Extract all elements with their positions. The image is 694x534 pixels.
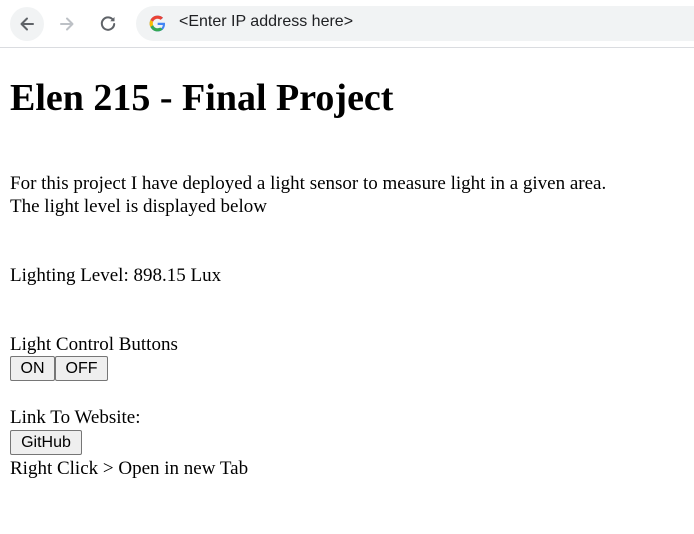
arrow-right-icon [60,17,74,31]
lighting-level-text: Lighting Level: 898.15 Lux [10,265,222,286]
light-control-label: Light Control Buttons [10,334,178,355]
reload-icon [100,16,116,31]
page-title: Elen 215 - Final Project [10,77,394,119]
github-button[interactable]: GitHub [10,430,82,455]
reload-button[interactable] [91,7,125,41]
off-button[interactable]: OFF [55,356,108,381]
url-text[interactable]: <Enter IP address here> [179,13,353,31]
link-label: Link To Website: [10,407,141,428]
browser-toolbar: <Enter IP address here> [0,0,694,48]
forward-button[interactable] [50,7,84,41]
open-new-tab-hint: Right Click > Open in new Tab [10,458,249,479]
on-button[interactable]: ON [10,356,55,381]
address-bar[interactable]: <Enter IP address here> [136,6,694,41]
description-line-2: The light level is displayed below [10,196,267,217]
back-button[interactable] [10,7,44,41]
arrow-left-icon [20,17,34,31]
google-g-icon [149,15,166,32]
description-line-1: For this project I have deployed a light… [10,173,607,194]
